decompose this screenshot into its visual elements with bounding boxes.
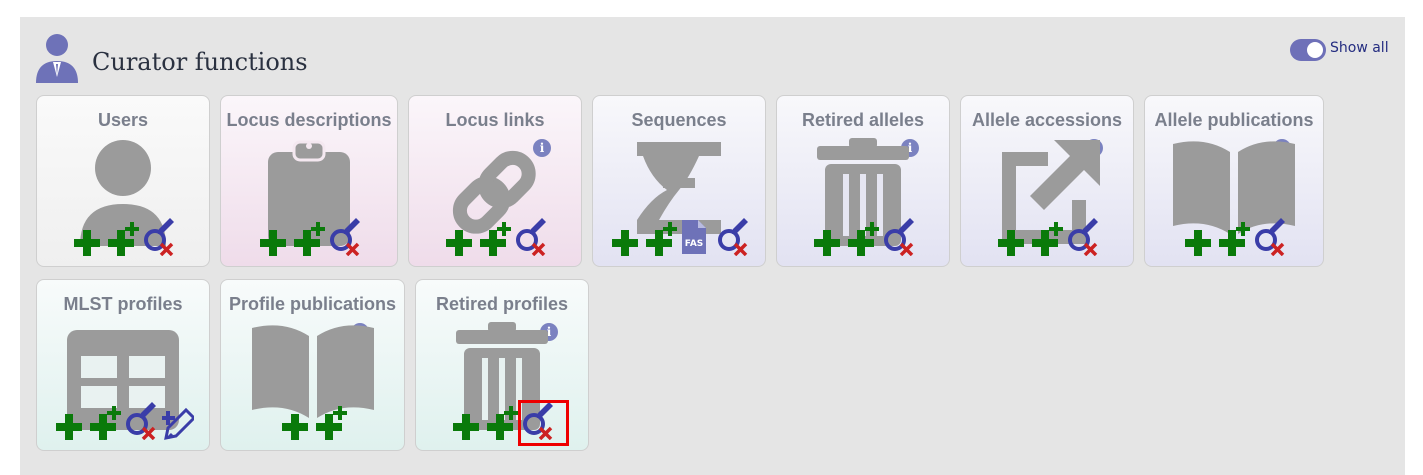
card-mlst-profiles: MLST profiles — [36, 279, 210, 451]
fasta-upload-icon[interactable]: FAS — [680, 216, 714, 256]
batch-add-icon[interactable] — [1030, 216, 1064, 256]
query-icon[interactable] — [1253, 216, 1287, 257]
card-users: Users — [36, 95, 210, 267]
add-icon[interactable] — [52, 400, 86, 440]
add-icon[interactable] — [810, 216, 844, 256]
card-title: Profile publications — [228, 294, 397, 314]
add-icon[interactable] — [442, 216, 476, 256]
batch-add-icon[interactable] — [88, 400, 122, 440]
curator-user-icon — [36, 34, 78, 83]
batch-add-icon[interactable] — [644, 216, 678, 256]
card-actions — [409, 216, 581, 257]
show-all-label[interactable]: Show all — [1330, 40, 1389, 56]
card-title: MLST profiles — [63, 294, 183, 314]
batch-add-icon[interactable] — [292, 216, 326, 256]
card-actions — [37, 216, 209, 257]
query-icon[interactable] — [1066, 216, 1100, 257]
card-actions — [221, 400, 404, 440]
add-icon[interactable] — [278, 400, 312, 440]
card-title: Allele accessions — [971, 110, 1123, 130]
svg-text:FAS: FAS — [685, 239, 704, 249]
card-title: Retired profiles — [435, 294, 569, 314]
card-title: Sequences — [631, 110, 727, 130]
card-title: Retired alleles — [801, 110, 925, 130]
batch-add-icon[interactable] — [846, 216, 880, 256]
card-actions — [221, 216, 397, 257]
show-all-toggle[interactable] — [1290, 39, 1326, 61]
card-allele-publications: Allele publications i — [1144, 95, 1324, 267]
card-sequences: Sequences FAS — [592, 95, 766, 267]
add-icon[interactable] — [1181, 216, 1215, 256]
card-profile-publications: Profile publications i — [220, 279, 405, 451]
card-locus-links: Locus links i — [408, 95, 582, 267]
query-highlight-box — [518, 400, 569, 446]
query-icon[interactable] — [882, 216, 916, 257]
page-title: Curator functions — [92, 48, 308, 76]
card-retired-alleles: Retired alleles i — [776, 95, 950, 267]
card-locus-descriptions: Locus descriptions — [220, 95, 398, 267]
batch-add-icon[interactable] — [314, 400, 348, 440]
add-icon[interactable] — [256, 216, 290, 256]
add-icon[interactable] — [994, 216, 1028, 256]
query-icon[interactable] — [716, 216, 750, 257]
add-icon[interactable] — [608, 216, 642, 256]
query-icon[interactable] — [328, 216, 362, 257]
batch-add-icon[interactable] — [478, 216, 512, 256]
card-title: Allele publications — [1154, 110, 1314, 130]
add-icon[interactable] — [70, 216, 104, 256]
card-actions — [1145, 216, 1323, 257]
query-icon[interactable] — [514, 216, 548, 257]
card-actions — [961, 216, 1133, 257]
card-actions — [37, 400, 209, 441]
card-title: Locus links — [445, 110, 545, 130]
card-title: Users — [97, 110, 149, 130]
batch-add-icon[interactable] — [1217, 216, 1251, 256]
batch-add-icon[interactable] — [485, 400, 519, 440]
query-icon[interactable] — [124, 400, 158, 441]
batch-update-icon[interactable] — [160, 400, 197, 440]
card-actions — [777, 216, 949, 257]
card-actions: FAS — [593, 216, 765, 257]
add-icon[interactable] — [449, 400, 483, 440]
query-icon[interactable] — [142, 216, 176, 257]
toggle-knob — [1307, 42, 1323, 58]
batch-add-icon[interactable] — [106, 216, 140, 256]
card-allele-accessions: Allele accessions i — [960, 95, 1134, 267]
card-title: Locus descriptions — [226, 110, 392, 130]
